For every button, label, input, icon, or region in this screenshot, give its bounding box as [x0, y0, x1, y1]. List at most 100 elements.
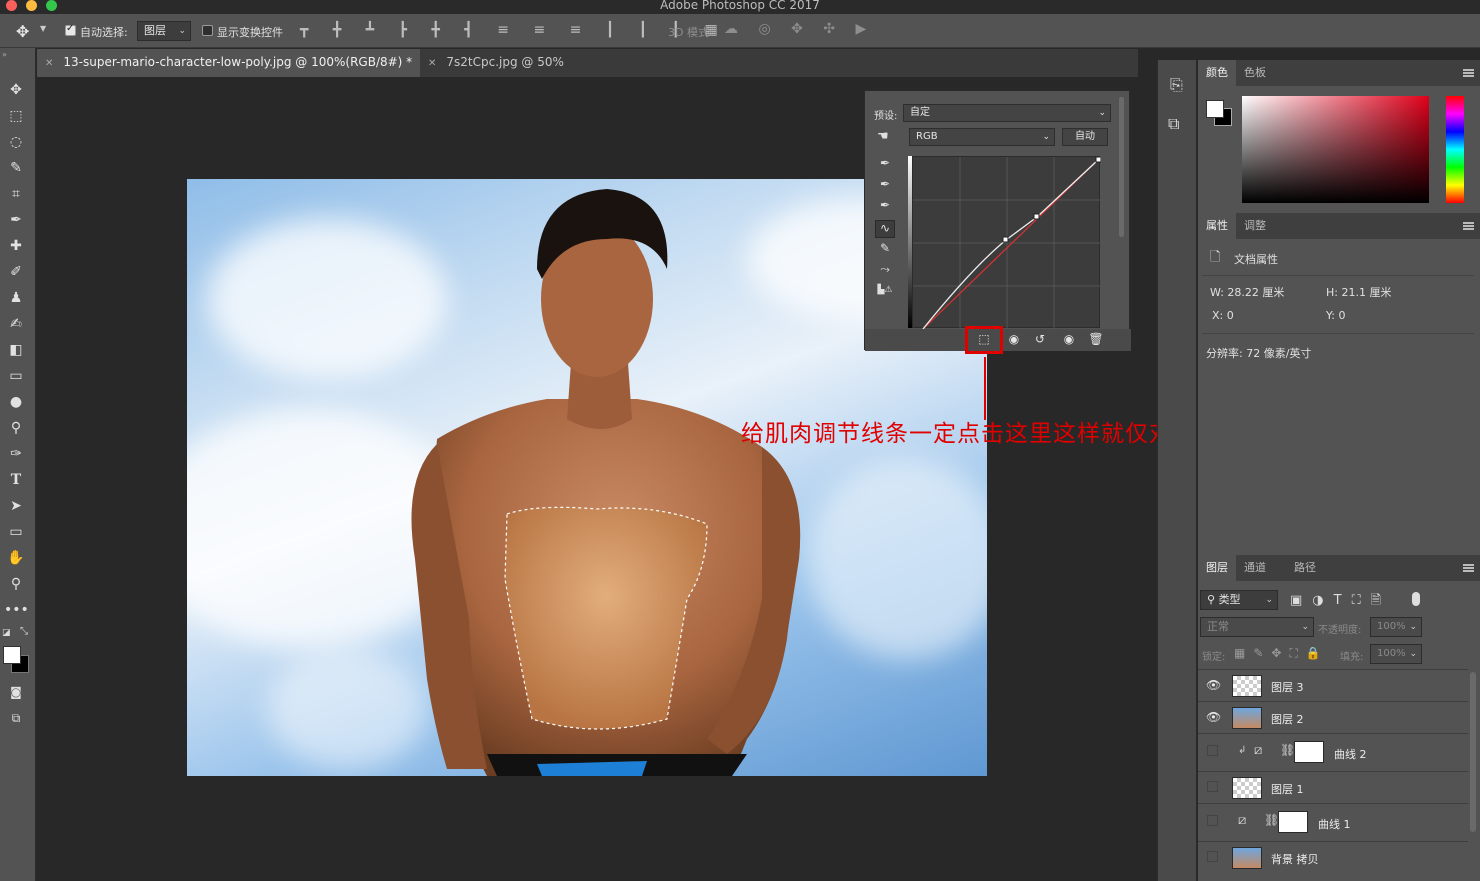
- auto-select-target-dropdown[interactable]: 图层 ⌄: [137, 21, 191, 41]
- tab-document-1[interactable]: ✕ 13-super-mario-character-low-poly.jpg @…: [37, 49, 420, 77]
- zoom-tool-icon[interactable]: ⚲: [4, 573, 28, 595]
- align-distribute-icons[interactable]: ┳ ╋ ┻ ┣ ╋ ┫ ≡ ≡ ≡ ┃ ┃ ┃ ▦: [300, 22, 728, 38]
- tab-properties[interactable]: 属性: [1198, 213, 1236, 239]
- healing-brush-tool-icon[interactable]: ✚: [4, 235, 28, 257]
- trash-icon[interactable]: 🗑: [1087, 332, 1105, 348]
- layer-row[interactable]: ⧄ ⛓ 曲线 1: [1198, 804, 1468, 842]
- crop-tool-icon[interactable]: ⌗: [4, 183, 28, 205]
- white-point-eyedropper-icon[interactable]: ✒: [875, 198, 895, 216]
- gray-point-eyedropper-icon[interactable]: ✒: [875, 177, 895, 195]
- eyedropper-tool-icon[interactable]: ✒: [4, 209, 28, 231]
- filter-toggle[interactable]: [1412, 592, 1420, 606]
- layer-row[interactable]: ↲ ⧄ ⛓ 曲线 2: [1198, 734, 1468, 772]
- channel-dropdown[interactable]: RGB ⌄: [909, 128, 1055, 146]
- tab-adjustments[interactable]: 调整: [1236, 213, 1274, 239]
- hand-tool-icon[interactable]: ✋: [4, 547, 28, 569]
- layers-scrollbar[interactable]: [1470, 672, 1476, 832]
- layer-row[interactable]: 图层 1: [1198, 772, 1468, 804]
- tab-layers[interactable]: 图层: [1198, 555, 1236, 581]
- opacity-input[interactable]: 100% ⌄: [1370, 617, 1422, 637]
- type-tool-icon[interactable]: T: [4, 469, 28, 491]
- layer-filter-icons[interactable]: ▣◑T⛶🗎: [1290, 591, 1391, 613]
- color-field[interactable]: [1242, 96, 1429, 203]
- move-tool-icon[interactable]: ✥: [4, 79, 28, 101]
- move-tool-preset-icon[interactable]: ✥: [16, 22, 29, 41]
- pen-tool-icon[interactable]: ✑: [4, 443, 28, 465]
- layer-mask-thumbnail[interactable]: [1294, 741, 1324, 763]
- eraser-tool-icon[interactable]: ◧: [4, 339, 28, 361]
- link-chain-icon[interactable]: ⛓: [1264, 813, 1279, 827]
- dodge-tool-icon[interactable]: ⚲: [4, 417, 28, 439]
- layer-name[interactable]: 图层 2: [1271, 711, 1304, 727]
- fill-input[interactable]: 100% ⌄: [1370, 644, 1422, 664]
- show-transform-checkbox[interactable]: [202, 25, 213, 36]
- layer-row[interactable]: 👁 图层 2: [1198, 702, 1468, 734]
- clipping-warning-icon[interactable]: ▙⚠: [875, 285, 895, 303]
- properties-panel-icon[interactable]: ⧉: [1168, 114, 1179, 134]
- blend-mode-dropdown[interactable]: 正常 ⌄: [1200, 617, 1314, 637]
- tab-color[interactable]: 颜色: [1198, 60, 1236, 86]
- panel-scrollbar[interactable]: [1119, 97, 1124, 237]
- clone-stamp-tool-icon[interactable]: ♟: [4, 287, 28, 309]
- auto-select-checkbox[interactable]: [65, 23, 76, 36]
- lasso-tool-icon[interactable]: ◌: [4, 131, 28, 153]
- panel-menu-icon[interactable]: [1463, 564, 1474, 572]
- tab-document-2[interactable]: ✕7s2tCpc.jpg @ 50%(RGB/8#): [420, 49, 620, 97]
- foreground-swatch[interactable]: [1206, 100, 1224, 118]
- close-tab-icon[interactable]: ✕: [428, 58, 436, 69]
- rectangle-tool-icon[interactable]: ▭: [4, 521, 28, 543]
- link-chain-icon[interactable]: ⛓: [1280, 743, 1295, 757]
- visibility-toggle[interactable]: [1206, 850, 1220, 864]
- smooth-curve-icon[interactable]: ⤳: [875, 262, 895, 280]
- reset-icon[interactable]: ↺: [1031, 332, 1049, 348]
- layer-mask-thumbnail[interactable]: [1278, 811, 1308, 833]
- lock-icons[interactable]: ▦✎✥⛶🔒: [1234, 646, 1329, 661]
- swap-colors-icon[interactable]: ⤡: [20, 626, 28, 637]
- layer-row[interactable]: 背景 拷贝: [1198, 842, 1468, 874]
- chevron-down-icon[interactable]: ▼: [40, 24, 46, 33]
- visibility-eye-icon[interactable]: 👁: [1206, 678, 1221, 692]
- 3d-mode-icons[interactable]: ☁ ◎ ✥ ✣ ▶: [724, 21, 874, 37]
- quick-selection-tool-icon[interactable]: ✎: [4, 157, 28, 179]
- visibility-toggle[interactable]: [1206, 780, 1220, 794]
- brush-tool-icon[interactable]: ✐: [4, 261, 28, 283]
- marquee-tool-icon[interactable]: ⬚: [4, 105, 28, 127]
- layer-filter-dropdown[interactable]: ⚲ 类型 ⌄: [1200, 590, 1278, 610]
- collapse-panel-icon[interactable]: »: [2, 50, 7, 59]
- more-tools-icon[interactable]: •••: [4, 599, 29, 621]
- clip-to-layer-icon[interactable]: ⬚: [975, 332, 993, 348]
- history-panel-icon[interactable]: ⎘: [1170, 75, 1183, 95]
- auto-button[interactable]: 自动: [1062, 128, 1108, 146]
- visibility-eye-icon[interactable]: 👁: [1206, 710, 1221, 724]
- curve-points-tool-icon[interactable]: ∿: [875, 220, 895, 238]
- tab-swatches[interactable]: 色板: [1236, 60, 1274, 86]
- layer-row[interactable]: 👁 图层 3: [1198, 670, 1468, 702]
- black-point-eyedropper-icon[interactable]: ✒: [875, 156, 895, 174]
- path-selection-tool-icon[interactable]: ➤: [4, 495, 28, 517]
- layer-name[interactable]: 图层 3: [1271, 679, 1304, 695]
- curve-lines[interactable]: [913, 157, 1101, 329]
- tab-paths[interactable]: 路径: [1286, 555, 1324, 581]
- screen-mode-icon[interactable]: ⧉: [4, 707, 28, 729]
- layer-name[interactable]: 曲线 2: [1334, 746, 1367, 762]
- visibility-toggle[interactable]: [1206, 744, 1220, 758]
- targeted-adjustment-icon[interactable]: ☚: [877, 129, 889, 144]
- panel-menu-icon[interactable]: [1463, 222, 1474, 230]
- pencil-draw-icon[interactable]: ✎: [875, 241, 895, 259]
- preset-dropdown[interactable]: 自定 ⌄: [903, 104, 1111, 122]
- layer-name[interactable]: 图层 1: [1271, 781, 1304, 797]
- visibility-eye-icon[interactable]: ◉: [1060, 332, 1078, 348]
- layer-name[interactable]: 曲线 1: [1318, 816, 1351, 832]
- foreground-color-swatch[interactable]: [3, 646, 21, 664]
- quick-mask-icon[interactable]: ◙: [4, 681, 28, 703]
- view-previous-state-icon[interactable]: ◉: [1005, 332, 1023, 348]
- history-brush-tool-icon[interactable]: ✍: [4, 313, 28, 335]
- hue-slider[interactable]: [1446, 96, 1464, 203]
- visibility-toggle[interactable]: [1206, 814, 1220, 828]
- blur-tool-icon[interactable]: ●: [4, 391, 28, 413]
- default-colors-icon[interactable]: ◪: [2, 628, 11, 638]
- curves-graph[interactable]: [912, 156, 1101, 329]
- tab-channels[interactable]: 通道: [1236, 555, 1274, 581]
- gradient-tool-icon[interactable]: ▭: [4, 365, 28, 387]
- close-tab-icon[interactable]: ✕: [45, 58, 53, 69]
